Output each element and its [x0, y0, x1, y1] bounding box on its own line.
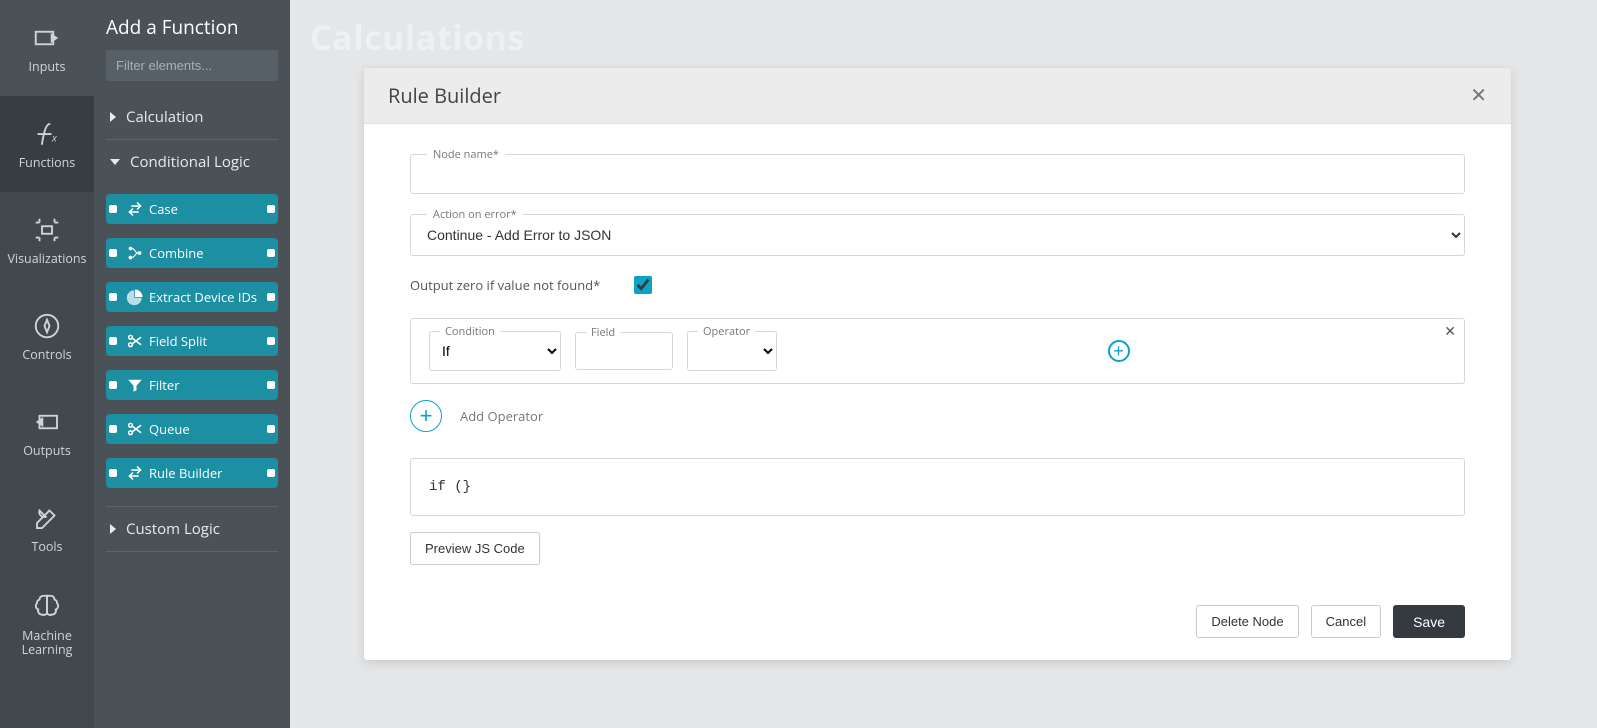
field-label: Field [586, 325, 620, 340]
nav-functions-label: Functions [19, 156, 76, 170]
port-right [267, 469, 275, 477]
output-zero-label: Output zero if value not found* [410, 276, 600, 294]
chevron-right-icon [110, 112, 116, 122]
node-name-input[interactable] [411, 155, 1464, 193]
nav-rail: Inputs x Functions Visualizations Contro… [0, 0, 94, 728]
nav-tools-label: Tools [31, 540, 62, 554]
func-label: Queue [149, 420, 190, 438]
section-calculation[interactable]: Calculation [106, 95, 278, 139]
visualizations-icon [31, 214, 63, 246]
inputs-icon [31, 22, 63, 54]
port-right [267, 425, 275, 433]
swap-icon [123, 197, 147, 221]
rule-builder-modal: Rule Builder ✕ Node name* Action on erro… [364, 68, 1511, 660]
port-left [109, 425, 117, 433]
nav-functions[interactable]: x Functions [0, 96, 94, 192]
section-custom-label: Custom Logic [126, 519, 220, 539]
delete-node-button[interactable]: Delete Node [1196, 605, 1298, 638]
port-right [267, 249, 275, 257]
port-left [109, 381, 117, 389]
swap-icon [123, 461, 147, 485]
func-label: Extract Device IDs [149, 288, 257, 306]
rule-row: ✕ Condition If Field Operator [410, 318, 1465, 384]
port-left [109, 337, 117, 345]
main-canvas: Calculations Rule Builder ✕ Node name* A… [290, 0, 1597, 728]
nav-visualizations-label: Visualizations [7, 252, 86, 266]
pie-icon [123, 285, 147, 309]
nav-inputs-label: Inputs [29, 60, 66, 74]
svg-text:x: x [51, 130, 58, 144]
condition-label: Condition [440, 324, 500, 339]
tools-icon [31, 502, 63, 534]
nav-inputs[interactable]: Inputs [0, 0, 94, 96]
section-conditional-label: Conditional Logic [130, 152, 250, 172]
add-condition-button[interactable]: + [1108, 340, 1130, 362]
func-case[interactable]: Case [106, 194, 278, 224]
section-calculation-label: Calculation [126, 107, 203, 127]
section-custom-logic[interactable]: Custom Logic [106, 507, 278, 551]
output-zero-checkbox[interactable] [634, 276, 652, 294]
chevron-right-icon [110, 524, 116, 534]
port-left [109, 293, 117, 301]
func-label: Rule Builder [149, 464, 222, 482]
nav-controls-label: Controls [22, 348, 71, 362]
outputs-icon [31, 406, 63, 438]
nav-tools[interactable]: Tools [0, 480, 94, 576]
func-combine[interactable]: Combine [106, 238, 278, 268]
func-rule-builder[interactable]: Rule Builder [106, 458, 278, 488]
modal-title: Rule Builder [388, 82, 501, 109]
funnel-icon [123, 373, 147, 397]
scissors-icon [123, 417, 147, 441]
functions-icon: x [31, 118, 63, 150]
func-filter[interactable]: Filter [106, 370, 278, 400]
code-preview: if (} [410, 458, 1465, 516]
controls-icon [31, 310, 63, 342]
func-label: Case [149, 200, 178, 218]
port-right [267, 337, 275, 345]
save-button[interactable]: Save [1393, 605, 1465, 638]
add-operator-button[interactable]: + [410, 400, 442, 432]
port-left [109, 469, 117, 477]
action-on-error-label: Action on error* [427, 207, 523, 222]
port-left [109, 249, 117, 257]
filter-elements-input[interactable] [106, 50, 278, 81]
port-left [109, 205, 117, 213]
chevron-down-icon [110, 159, 120, 165]
nav-controls[interactable]: Controls [0, 288, 94, 384]
port-right [267, 205, 275, 213]
section-conditional-logic[interactable]: Conditional Logic [106, 140, 278, 184]
port-right [267, 293, 275, 301]
remove-rule-icon[interactable]: ✕ [1444, 323, 1456, 340]
nav-machine-learning[interactable]: Machine Learning [0, 576, 94, 672]
func-label: Filter [149, 376, 180, 394]
scissors-icon [123, 329, 147, 353]
function-sidebar: Add a Function Calculation Conditional L… [94, 0, 290, 728]
port-right [267, 381, 275, 389]
nav-ml-label: Machine Learning [22, 629, 73, 658]
cancel-button[interactable]: Cancel [1311, 605, 1381, 638]
sidebar-title: Add a Function [94, 0, 290, 50]
close-icon[interactable]: ✕ [1470, 83, 1487, 108]
action-on-error-select[interactable]: Continue - Add Error to JSON [411, 215, 1464, 255]
preview-js-button[interactable]: Preview JS Code [410, 532, 540, 565]
operator-label: Operator [698, 324, 755, 339]
func-label: Field Split [149, 332, 207, 350]
node-name-label: Node name* [427, 147, 505, 162]
func-extract-device-ids[interactable]: Extract Device IDs [106, 282, 278, 312]
nav-visualizations[interactable]: Visualizations [0, 192, 94, 288]
nav-outputs[interactable]: Outputs [0, 384, 94, 480]
brain-icon [31, 591, 63, 623]
func-field-split[interactable]: Field Split [106, 326, 278, 356]
func-queue[interactable]: Queue [106, 414, 278, 444]
add-operator-label: Add Operator [460, 407, 543, 425]
nav-outputs-label: Outputs [23, 444, 71, 458]
func-label: Combine [149, 244, 204, 262]
merge-icon [123, 241, 147, 265]
